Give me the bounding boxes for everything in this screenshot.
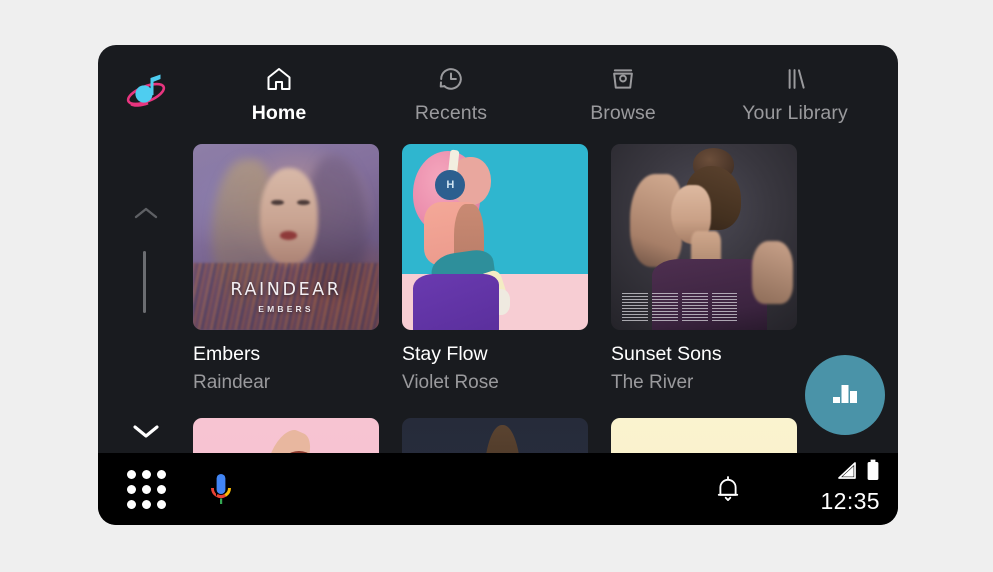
now-playing-fab[interactable] <box>805 355 885 435</box>
media-card-stay-flow[interactable]: H Stay Flow Violet Rose <box>402 144 588 394</box>
media-card-title: Stay Flow <box>402 343 488 365</box>
album-art-subtitle: EMBERS <box>258 304 314 315</box>
nav-label-library: Your Library <box>742 102 848 124</box>
art-shape <box>259 168 318 265</box>
album-art-headphone-mark: H <box>435 170 466 200</box>
chevron-up-icon <box>133 205 159 226</box>
nav-item-browse[interactable]: Browse <box>537 45 709 135</box>
album-art-stay-flow[interactable]: H <box>402 144 588 330</box>
scroll-rail <box>98 135 193 497</box>
system-clock: 12:35 <box>820 487 880 514</box>
history-icon <box>436 62 466 96</box>
art-shape <box>413 274 499 330</box>
status-icons <box>836 459 880 486</box>
music-note-orbit-logo-icon <box>123 68 169 119</box>
top-navigation-bar: Home Recents Browse Your Library <box>98 45 898 135</box>
media-card-embers[interactable]: RAINDEAR EMBERS Embers Raindear <box>193 144 379 394</box>
art-shape <box>280 231 298 240</box>
equalizer-icon <box>828 378 862 413</box>
media-card-sunset-sons[interactable]: Sunset Sons The River <box>611 144 797 394</box>
album-art-wordmark: RAINDEAR <box>230 280 342 301</box>
house-icon <box>264 62 294 96</box>
album-art-sunset-sons[interactable] <box>611 144 797 330</box>
nav-item-library[interactable]: Your Library <box>709 45 881 135</box>
notification-bell-icon[interactable] <box>708 469 748 509</box>
media-card-artist: Violet Rose <box>402 372 499 393</box>
album-art-credits <box>622 292 738 323</box>
album-art-embers[interactable]: RAINDEAR EMBERS <box>193 144 379 330</box>
system-status-bar: 12:35 <box>98 453 898 525</box>
media-grid-scroll-area[interactable]: RAINDEAR EMBERS Embers Raindear H Stay F… <box>193 135 898 497</box>
app-logo <box>98 45 193 135</box>
scroll-down-button[interactable] <box>98 413 193 453</box>
nav-label-home: Home <box>251 102 307 124</box>
media-card-artist: The River <box>611 372 694 393</box>
art-shape <box>752 240 794 304</box>
nav-item-home[interactable]: Home <box>193 45 365 135</box>
car-infotainment-panel: Home Recents Browse Your Library RAINDEA… <box>98 45 898 525</box>
browse-cup-icon <box>608 62 638 96</box>
media-card-artist: Raindear <box>193 372 271 393</box>
scroll-up-button[interactable] <box>98 195 193 235</box>
media-grid: RAINDEAR EMBERS Embers Raindear H Stay F… <box>193 144 898 497</box>
scrollbar-thumb[interactable] <box>143 251 146 313</box>
nav-item-recents[interactable]: Recents <box>365 45 537 135</box>
google-assistant-mic-icon[interactable] <box>198 466 244 512</box>
media-card-title: Embers <box>193 343 261 365</box>
chevron-down-icon <box>131 422 161 445</box>
battery-full-icon <box>866 459 880 486</box>
nav-label-recents: Recents <box>414 102 488 124</box>
app-drawer-grid-icon[interactable] <box>123 466 169 512</box>
status-cluster: 12:35 <box>760 459 880 516</box>
media-card-title: Sunset Sons <box>611 343 722 365</box>
library-books-icon <box>780 62 810 96</box>
signal-strength-icon <box>836 461 858 486</box>
nav-label-browse: Browse <box>590 102 656 124</box>
